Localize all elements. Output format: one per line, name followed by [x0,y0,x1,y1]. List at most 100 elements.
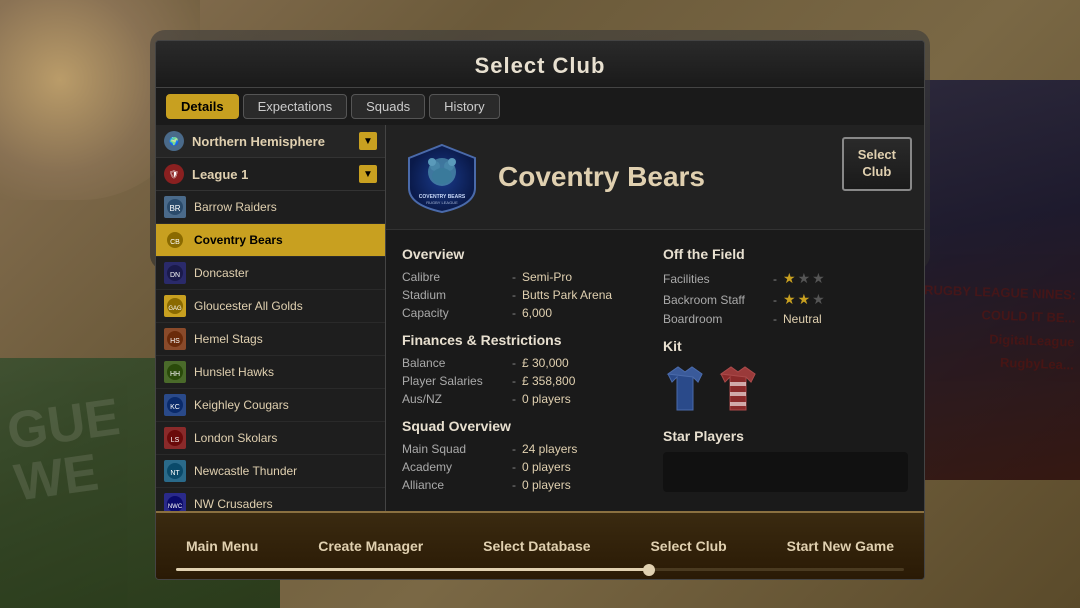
club-item-gloucester[interactable]: GAG Gloucester All Golds [156,290,385,323]
club-name-doncaster: Doncaster [194,266,249,280]
tab-bar: Details Expectations Squads History [156,88,924,125]
facilities-label: Facilities [663,272,773,286]
home-kit [663,362,708,412]
boardroom-row: Boardroom - Neutral [663,312,908,326]
facilities-row: Facilities - ★ ★ ★ [663,270,908,287]
stadium-row: Stadium - Butts Park Arena [402,288,647,302]
ausnz-value: 0 players [522,392,571,406]
stadium-value: Butts Park Arena [522,288,612,302]
nav-create-manager[interactable]: Create Manager [302,530,439,562]
selected-club-name: Coventry Bears [498,161,705,193]
league-label: League 1 [192,167,359,182]
club-item-barrow[interactable]: BR Barrow Raiders [156,191,385,224]
svg-text:GAG: GAG [168,306,182,312]
academy-value: 0 players [522,460,571,474]
backroom-row: Backroom Staff - ★ ★ ★ [663,291,908,308]
star-b1: ★ [783,291,796,308]
main-squad-label: Main Squad [402,442,512,456]
nav-start-new-game[interactable]: Start New Game [771,530,910,562]
hemisphere-label: Northern Hemisphere [192,134,359,149]
tab-expectations[interactable]: Expectations [243,94,347,119]
capacity-label: Capacity [402,306,512,320]
select-club-button[interactable]: SelectClub [842,137,912,191]
facilities-stars: ★ ★ ★ [783,270,825,287]
club-badge-coventry: CB [164,229,186,251]
club-badge-gloucester: GAG [164,295,186,317]
finances-title: Finances & Restrictions [402,332,647,348]
progress-track [176,568,904,571]
globe-icon: 🌍 [164,131,184,151]
calibre-row: Calibre - Semi-Pro [402,270,647,284]
progress-fill [176,568,649,571]
calibre-label: Calibre [402,270,512,284]
svg-text:DN: DN [170,272,180,279]
svg-text:RUGBY LEAGUE: RUGBY LEAGUE [426,200,458,205]
club-item-coventry[interactable]: CB Coventry Bears [156,224,385,257]
club-badge-barrow: BR [164,196,186,218]
tab-squads[interactable]: Squads [351,94,425,119]
club-list: BR Barrow Raiders CB Coventry Bears DN D… [156,191,385,563]
salaries-label: Player Salaries [402,374,512,388]
nav-main-menu[interactable]: Main Menu [170,530,274,562]
league-icon: 🛡 [164,164,184,184]
alliance-row: Alliance - 0 players [402,478,647,492]
club-name-gloucester: Gloucester All Golds [194,299,303,313]
stadium-label: Stadium [402,288,512,302]
star-b2: ★ [798,291,811,308]
star-1: ★ [783,270,796,287]
tab-details[interactable]: Details [166,94,239,119]
star-players-empty [663,452,908,492]
academy-label: Academy [402,460,512,474]
club-name-keighley: Keighley Cougars [194,398,289,412]
club-name-coventry: Coventry Bears [194,233,283,247]
academy-row: Academy - 0 players [402,460,647,474]
club-badge-london: LS [164,427,186,449]
kit-items [663,362,908,412]
svg-text:NWC: NWC [168,504,183,510]
club-badge-newcastle: NT [164,460,186,482]
capacity-value: 6,000 [522,306,552,320]
svg-text:HS: HS [170,338,180,345]
club-item-keighley[interactable]: KC Keighley Cougars [156,389,385,422]
backroom-stars: ★ ★ ★ [783,291,825,308]
balance-row: Balance - £ 30,000 [402,356,647,370]
progress-bar-area [156,567,924,571]
club-name-barrow: Barrow Raiders [194,200,277,214]
squad-title: Squad Overview [402,418,647,434]
club-list-panel: 🌍 Northern Hemisphere ▼ 🛡 League 1 ▼ BR … [156,125,386,563]
club-item-hunslet[interactable]: HH Hunslet Hawks [156,356,385,389]
club-item-london[interactable]: LS London Skolars [156,422,385,455]
alliance-value: 0 players [522,478,571,492]
club-item-hemel[interactable]: HS Hemel Stags [156,323,385,356]
star-players-title: Star Players [663,428,908,444]
calibre-value: Semi-Pro [522,270,572,284]
details-grid: Overview Calibre - Semi-Pro Stadium - Bu… [402,242,908,496]
club-logo-large: COVENTRY BEARS RUGBY LEAGUE [402,137,482,217]
tab-history[interactable]: History [429,94,499,119]
main-content: 🌍 Northern Hemisphere ▼ 🛡 League 1 ▼ BR … [156,125,924,563]
club-name-london: London Skolars [194,431,277,445]
club-badge-hemel: HS [164,328,186,350]
club-badge-doncaster: DN [164,262,186,284]
hemisphere-filter[interactable]: 🌍 Northern Hemisphere ▼ [156,125,385,158]
progress-thumb[interactable] [643,564,655,576]
club-item-doncaster[interactable]: DN Doncaster [156,257,385,290]
club-item-newcastle[interactable]: NT Newcastle Thunder [156,455,385,488]
hemisphere-dropdown-arrow[interactable]: ▼ [359,132,377,150]
star-2: ★ [798,270,811,287]
league-filter[interactable]: 🛡 League 1 ▼ [156,158,385,191]
club-badge-hunslet: HH [164,361,186,383]
nav-select-database[interactable]: Select Database [467,530,606,562]
salaries-value: £ 358,800 [522,374,575,388]
window-title: Select Club [156,53,924,79]
away-kit [716,362,761,412]
alliance-label: Alliance [402,478,512,492]
svg-text:HH: HH [170,371,180,378]
svg-text:KC: KC [170,404,180,411]
left-column: Overview Calibre - Semi-Pro Stadium - Bu… [402,242,647,496]
star-b3: ★ [812,291,825,308]
kit-title: Kit [663,338,908,354]
league-dropdown-arrow[interactable]: ▼ [359,165,377,183]
title-bar: Select Club [156,41,924,88]
nav-select-club[interactable]: Select Club [634,530,742,562]
